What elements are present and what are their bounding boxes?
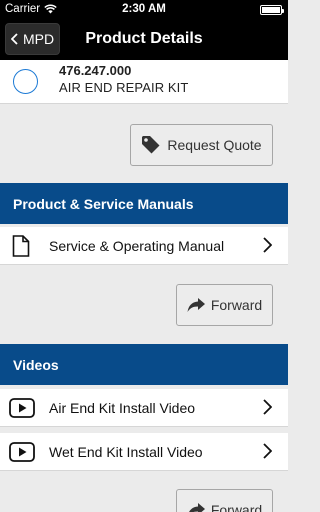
battery-icon: [260, 5, 284, 15]
list-item-service-manual[interactable]: Service & Operating Manual: [0, 227, 288, 265]
manuals-forward-button[interactable]: Forward: [176, 284, 273, 326]
videos-forward-button[interactable]: Forward: [176, 489, 273, 512]
status-time: 2:30 AM: [122, 3, 166, 15]
list-item-air-end-video[interactable]: Air End Kit Install Video: [0, 389, 288, 427]
videos-section-header: Videos: [0, 344, 288, 385]
request-quote-label: Request Quote: [167, 137, 262, 153]
chevron-right-icon: [263, 237, 272, 253]
videos-section-title: Videos: [13, 356, 59, 373]
service-manual-label: Service & Operating Manual: [49, 238, 225, 254]
manuals-forward-label: Forward: [210, 297, 263, 313]
product-name: AIR END REPAIR KIT: [59, 80, 189, 95]
product-row[interactable]: 476.247.000 AIR END REPAIR KIT: [0, 60, 288, 104]
forward-arrow-icon: [188, 503, 205, 512]
video-play-icon: [9, 398, 35, 418]
product-select-radio[interactable]: [13, 69, 38, 94]
videos-forward-label: Forward: [210, 502, 263, 512]
navigation-bar: MPD Product Details: [0, 20, 288, 60]
video-play-icon: [9, 442, 35, 462]
product-number: 476.247.000: [59, 63, 132, 78]
list-item-wet-end-video[interactable]: Wet End Kit Install Video: [0, 433, 288, 471]
manuals-section-header: Product & Service Manuals: [0, 183, 288, 224]
request-quote-button[interactable]: Request Quote: [130, 124, 273, 166]
status-bar: Carrier 2:30 AM: [0, 0, 288, 20]
wet-end-video-label: Wet End Kit Install Video: [49, 444, 203, 460]
chevron-right-icon: [263, 443, 272, 459]
page-title: Product Details: [85, 30, 203, 47]
manuals-section-title: Product & Service Manuals: [13, 195, 194, 212]
document-icon: [12, 235, 30, 257]
chevron-right-icon: [263, 399, 272, 415]
tag-icon: [142, 136, 160, 154]
air-end-video-label: Air End Kit Install Video: [49, 400, 196, 416]
forward-arrow-icon: [187, 298, 205, 312]
